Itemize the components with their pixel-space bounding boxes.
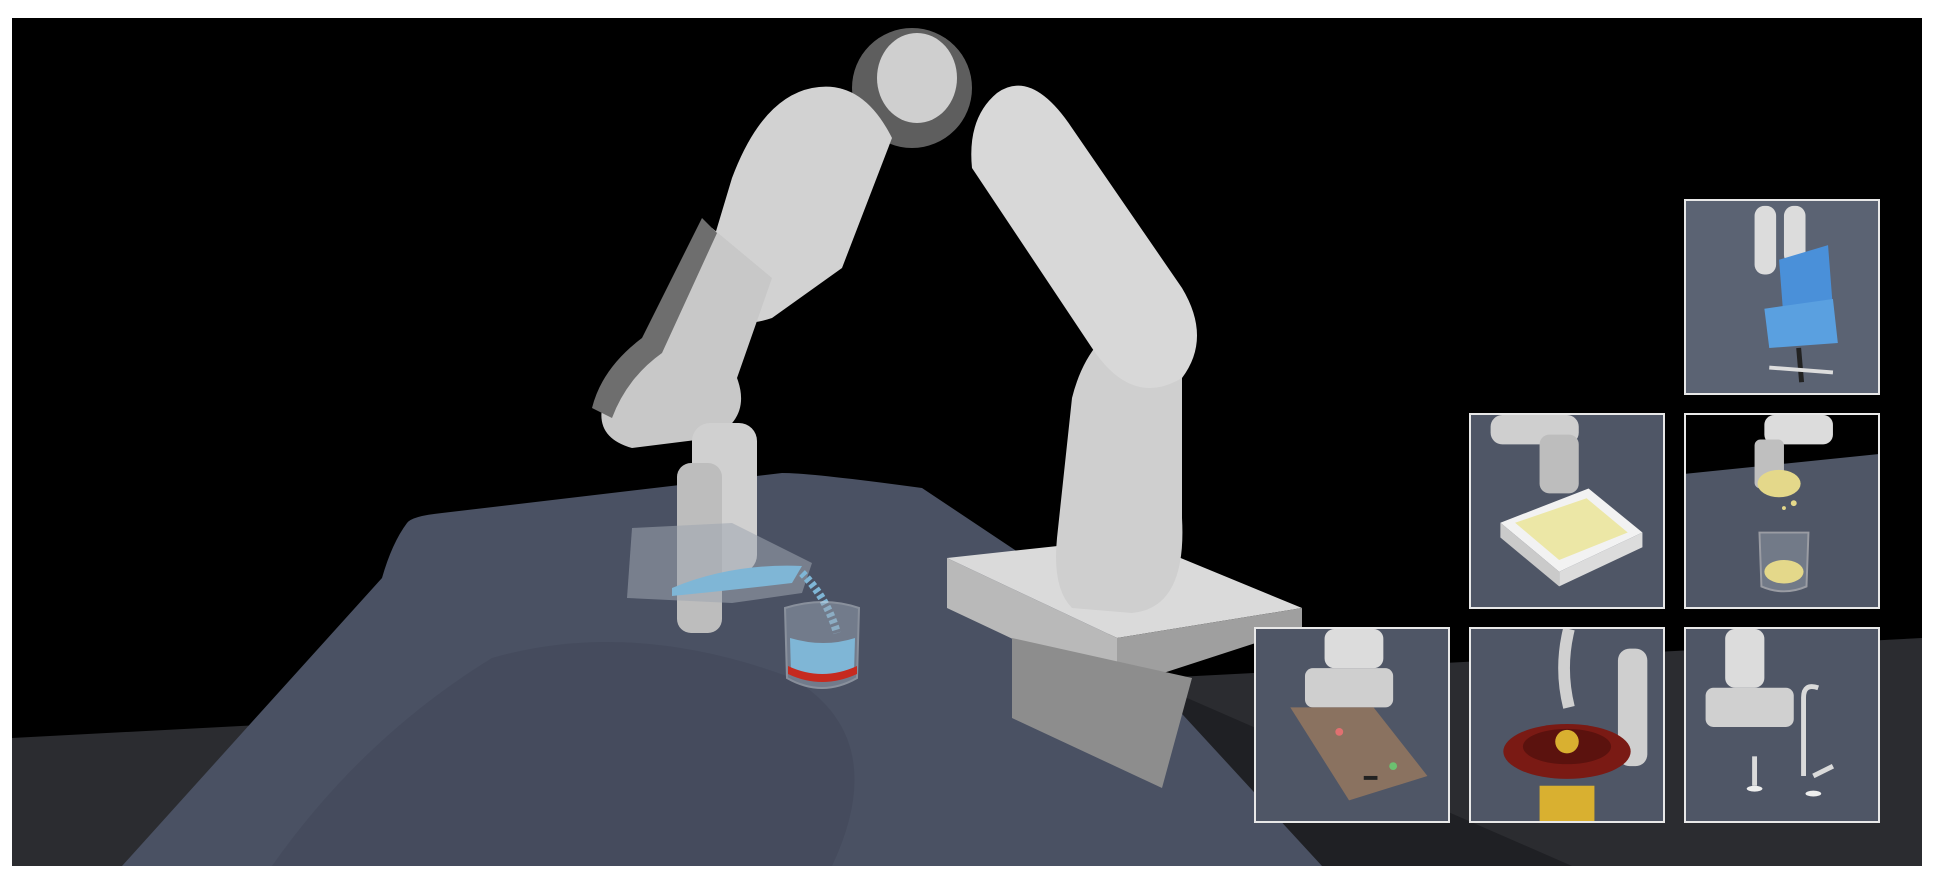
chair-task-image [1686,201,1878,393]
thumb-chair-task [1684,199,1880,395]
thumb-cutting-board-task [1254,627,1450,823]
robot-elbow-link [971,85,1197,388]
bowl-ball-task-image [1471,629,1663,821]
simulation-viewport [12,18,1922,866]
cutting-board-task-image [1256,629,1448,821]
thumb-faucet-task [1684,627,1880,823]
granular-pour-task-image [1686,415,1878,607]
faucet-task-image [1686,629,1878,821]
thumb-granular-pour-task [1684,413,1880,609]
dough-tray-task-image [1471,415,1663,607]
thumb-bowl-ball-task [1469,627,1665,823]
robot-shoulder-cap [877,33,957,123]
thumb-dough-tray-task [1469,413,1665,609]
